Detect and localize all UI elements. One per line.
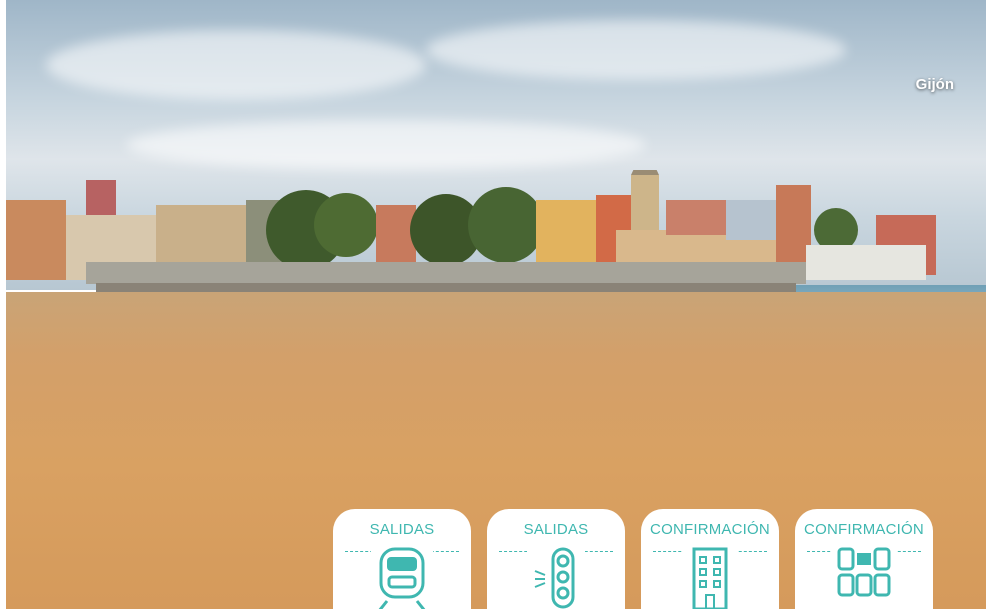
seats-icon — [831, 545, 897, 609]
seawall — [86, 262, 806, 284]
cloud — [426, 20, 846, 80]
cloud — [46, 30, 426, 100]
confirmation-hotel-card[interactable]: CONFIRMACIÓN — [641, 509, 779, 609]
card-label: CONFIRMACIÓN — [650, 521, 770, 538]
departures-traffic-card[interactable]: SALIDAS — [487, 509, 625, 609]
location-label: Gijón — [915, 76, 954, 93]
card-label: SALIDAS — [523, 521, 589, 538]
cloud — [126, 120, 646, 170]
card-label: SALIDAS — [369, 521, 435, 538]
hero-banner: Gijón SALIDAS SALIDAS CONFIRMACIÓN CONFI… — [0, 0, 986, 609]
card-label: CONFIRMACIÓN — [804, 521, 924, 538]
departures-train-card[interactable]: SALIDAS — [333, 509, 471, 609]
traffic-light-icon — [527, 545, 585, 609]
hotel-building-icon — [682, 545, 738, 609]
train-icon — [371, 545, 433, 609]
confirmation-seats-card[interactable]: CONFIRMACIÓN — [795, 509, 933, 609]
